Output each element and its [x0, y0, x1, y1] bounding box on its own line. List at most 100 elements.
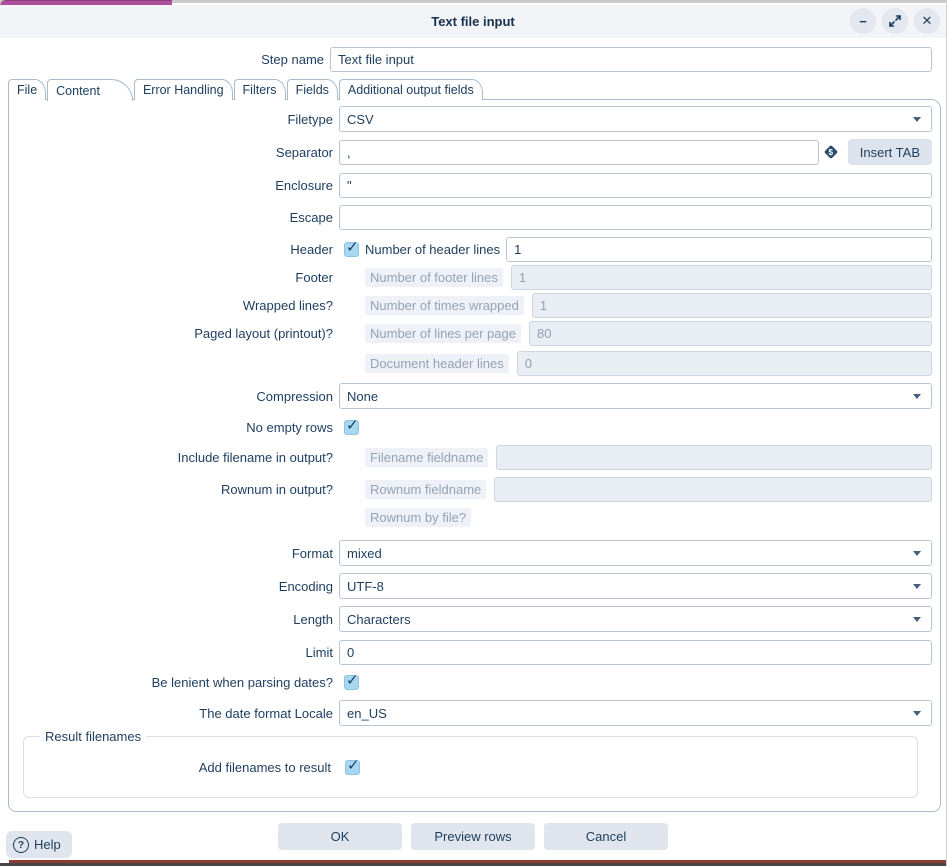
- escape-input[interactable]: [339, 205, 932, 230]
- step-name-row: Step name: [0, 46, 932, 72]
- limit-label: Limit: [9, 645, 339, 660]
- filetype-select[interactable]: CSV: [339, 106, 932, 132]
- format-row: Format mixed: [9, 540, 932, 566]
- separator-input[interactable]: [339, 140, 819, 165]
- tab-label: Filters: [243, 83, 277, 97]
- check-icon: ✓: [346, 238, 359, 256]
- wrapped-lines-label: Wrapped lines?: [9, 298, 339, 313]
- tab-additional-output-fields[interactable]: Additional output fields: [339, 79, 483, 100]
- header-label: Header: [9, 242, 339, 257]
- encoding-label: Encoding: [9, 579, 339, 594]
- dropdown-arrow-icon: [913, 117, 921, 122]
- wrapped-lines-row: Wrapped lines? Number of times wrapped: [9, 292, 932, 318]
- document-header-lines-label: Document header lines: [365, 354, 509, 373]
- escape-label: Escape: [9, 210, 339, 225]
- paged-layout-row: Paged layout (printout)? Number of lines…: [9, 320, 932, 346]
- minimize-icon: −: [859, 14, 867, 29]
- locale-label: The date format Locale: [9, 706, 339, 721]
- tab-error-handling[interactable]: Error Handling: [134, 79, 233, 100]
- close-button[interactable]: ✕: [914, 8, 940, 34]
- paged-layout-checkbox[interactable]: [344, 326, 359, 341]
- tab-label: Fields: [296, 83, 329, 97]
- ok-button[interactable]: OK: [278, 823, 402, 850]
- help-button[interactable]: ? Help: [6, 831, 72, 858]
- escape-row: Escape: [9, 204, 932, 230]
- window-title: Text file input: [431, 14, 515, 29]
- limit-input[interactable]: [339, 640, 932, 665]
- tab-label: File: [17, 83, 37, 97]
- dropdown-arrow-icon: [913, 551, 921, 556]
- check-icon: ✓: [346, 416, 359, 434]
- dialog-buttons: OK Preview rows Cancel: [0, 823, 946, 850]
- encoding-select[interactable]: UTF-8: [339, 573, 932, 599]
- lines-per-page-label: Number of lines per page: [365, 324, 521, 343]
- restore-button[interactable]: [882, 8, 908, 34]
- check-icon: ✓: [346, 671, 359, 689]
- no-empty-rows-row: No empty rows ✓: [9, 416, 932, 438]
- result-filenames-group: Result filenames Add filenames to result…: [23, 736, 918, 798]
- enclosure-input[interactable]: [339, 173, 932, 198]
- content-tab-panel: Filetype CSV Separator $ Insert TAB Encl…: [8, 99, 941, 812]
- header-row: Header ✓ Number of header lines: [9, 236, 932, 262]
- filetype-label: Filetype: [9, 112, 339, 127]
- header-lines-input[interactable]: [506, 237, 932, 262]
- no-empty-rows-checkbox[interactable]: ✓: [344, 420, 359, 435]
- step-name-label: Step name: [0, 52, 330, 67]
- limit-row: Limit: [9, 639, 932, 665]
- format-label: Format: [9, 546, 339, 561]
- filetype-value: CSV: [347, 112, 913, 127]
- insert-tab-button[interactable]: Insert TAB: [848, 139, 932, 165]
- tab-content[interactable]: Content: [47, 79, 133, 101]
- dropdown-arrow-icon: [913, 394, 921, 399]
- dropdown-arrow-icon: [913, 617, 921, 622]
- lenient-dates-checkbox[interactable]: ✓: [344, 675, 359, 690]
- lines-per-page-input: [529, 321, 932, 346]
- step-name-input[interactable]: [330, 47, 932, 72]
- header-checkbox[interactable]: ✓: [344, 242, 359, 257]
- footer-lines-label: Number of footer lines: [365, 268, 503, 287]
- separator-label: Separator: [9, 145, 339, 160]
- compression-label: Compression: [9, 389, 339, 404]
- separator-row: Separator $ Insert TAB: [9, 139, 932, 165]
- checkbox-spacer: [344, 356, 359, 371]
- tab-fields[interactable]: Fields: [287, 79, 338, 100]
- rownum-by-file-row: Rownum by file?: [9, 508, 932, 526]
- enclosure-label: Enclosure: [9, 178, 339, 193]
- rownum-fieldname-input: [494, 477, 932, 502]
- rownum-fieldname-label: Rownum fieldname: [365, 480, 486, 499]
- text-file-input-dialog: Text file input − ✕ Step name File Conte…: [0, 0, 947, 866]
- locale-select[interactable]: en_US: [339, 700, 932, 726]
- length-value: Characters: [347, 612, 913, 627]
- rownum-label: Rownum in output?: [9, 482, 339, 497]
- compression-select[interactable]: None: [339, 383, 932, 409]
- minimize-button[interactable]: −: [850, 8, 876, 34]
- rownum-checkbox[interactable]: [344, 482, 359, 497]
- variable-icon: $: [824, 145, 838, 159]
- wrapped-lines-checkbox[interactable]: [344, 298, 359, 313]
- filetype-row: Filetype CSV: [9, 106, 932, 132]
- tab-bar: File Content Error Handling Filters Fiel…: [8, 78, 940, 100]
- footer-checkbox[interactable]: [344, 270, 359, 285]
- include-filename-checkbox[interactable]: [344, 450, 359, 465]
- cancel-button[interactable]: Cancel: [544, 823, 668, 850]
- footer-lines-input: [511, 265, 932, 290]
- enclosure-row: Enclosure: [9, 172, 932, 198]
- tab-filters[interactable]: Filters: [234, 79, 286, 100]
- restore-icon: [889, 15, 901, 27]
- tab-label: Error Handling: [143, 83, 224, 97]
- encoding-value: UTF-8: [347, 579, 913, 594]
- times-wrapped-input: [532, 293, 932, 318]
- format-select[interactable]: mixed: [339, 540, 932, 566]
- locale-row: The date format Locale en_US: [9, 700, 932, 726]
- add-filenames-checkbox[interactable]: ✓: [345, 760, 360, 775]
- help-icon: ?: [13, 837, 29, 853]
- filename-fieldname-label: Filename fieldname: [365, 448, 488, 467]
- tab-file[interactable]: File: [8, 79, 46, 100]
- paged-layout-label: Paged layout (printout)?: [9, 326, 339, 341]
- length-row: Length Characters: [9, 606, 932, 632]
- rownum-by-file-checkbox[interactable]: [344, 510, 359, 525]
- length-select[interactable]: Characters: [339, 606, 932, 632]
- titlebar[interactable]: Text file input − ✕: [0, 5, 946, 38]
- rownum-by-file-label: Rownum by file?: [365, 508, 471, 527]
- preview-rows-button[interactable]: Preview rows: [411, 823, 535, 850]
